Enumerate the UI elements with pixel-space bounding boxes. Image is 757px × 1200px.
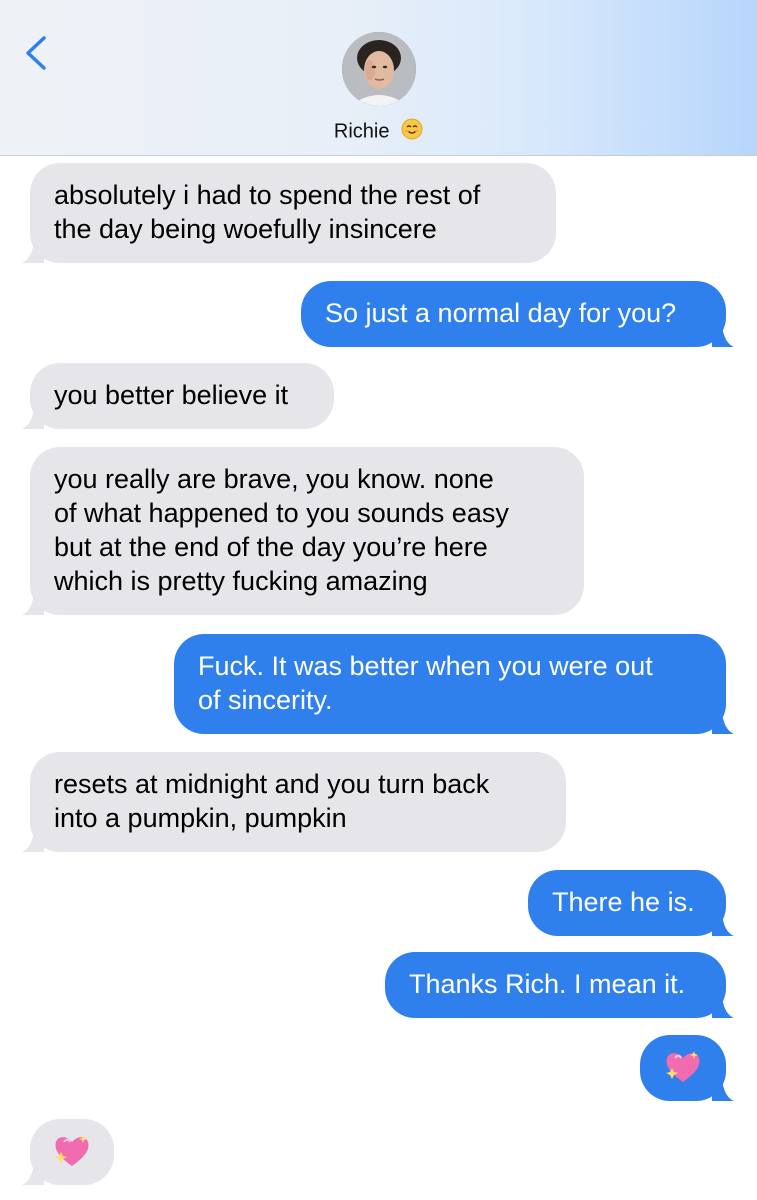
message-bubble-incoming[interactable]: resets at midnight and you turn back int… — [22, 752, 566, 852]
bubble-tail — [22, 830, 44, 852]
message-text: you really are brave, you know. none — [54, 464, 494, 494]
message-text: absolutely i had to spend the rest of — [54, 180, 481, 210]
contact-name: Richie — [333, 120, 390, 143]
message-text: but at the end of the day you’re here — [54, 532, 488, 562]
message-text: you better believe it — [54, 380, 289, 410]
bubble-tail — [712, 1079, 734, 1101]
bubble-tail — [712, 996, 734, 1018]
message-text: Thanks Rich. I mean it. — [409, 969, 686, 999]
message-bubble-incoming[interactable]: absolutely i had to spend the rest of th… — [22, 163, 556, 263]
message-text: of sincerity. — [198, 685, 333, 715]
contact-name-row[interactable]: Richie — [0, 118, 757, 146]
message-thread[interactable]: absolutely i had to spend the rest of th… — [0, 155, 757, 1200]
message-bubble-incoming[interactable]: you really are brave, you know. none of … — [22, 447, 584, 615]
chevron-left-icon — [26, 36, 46, 70]
message-text: resets at midnight and you turn back — [54, 769, 490, 799]
back-button[interactable] — [18, 28, 58, 78]
messages-app: Richie absolutely i had to spend the res… — [0, 0, 757, 1200]
message-text: of what happened to you sounds easy — [54, 498, 509, 528]
sparkling-heart-icon — [55, 1135, 89, 1166]
bubble-tail — [712, 325, 734, 347]
message-text: the day being woefully insincere — [54, 214, 437, 244]
bubble-tail — [712, 712, 734, 734]
message-bubble-outgoing[interactable]: Thanks Rich. I mean it. — [385, 952, 734, 1018]
avatar-photo — [342, 32, 416, 106]
bubble-tail — [22, 593, 44, 615]
message-bubble-outgoing[interactable]: There he is. — [528, 870, 734, 936]
sparkling-heart-icon — [666, 1051, 700, 1082]
message-bubble-incoming[interactable] — [22, 1119, 114, 1185]
conversation-header: Richie — [0, 0, 757, 156]
message-text: into a pumpkin, pumpkin — [54, 803, 347, 833]
bubble-tail — [22, 1163, 44, 1185]
message-bubble-outgoing[interactable]: Fuck. It was better when you were out of… — [174, 634, 734, 734]
bubble-tail — [22, 407, 44, 429]
message-bubble-incoming[interactable]: you better believe it — [22, 363, 334, 429]
message-text: So just a normal day for you? — [325, 298, 677, 328]
bubble-tail — [712, 914, 734, 936]
message-bubble-outgoing[interactable] — [640, 1035, 734, 1101]
smiling-face-icon — [401, 118, 423, 146]
contact-avatar[interactable] — [342, 32, 416, 106]
message-text: Fuck. It was better when you were out — [198, 651, 653, 681]
message-text: There he is. — [552, 887, 695, 917]
bubble-tail — [22, 241, 44, 263]
message-bubble-outgoing[interactable]: So just a normal day for you? — [301, 281, 734, 347]
message-text: which is pretty fucking amazing — [54, 566, 428, 596]
